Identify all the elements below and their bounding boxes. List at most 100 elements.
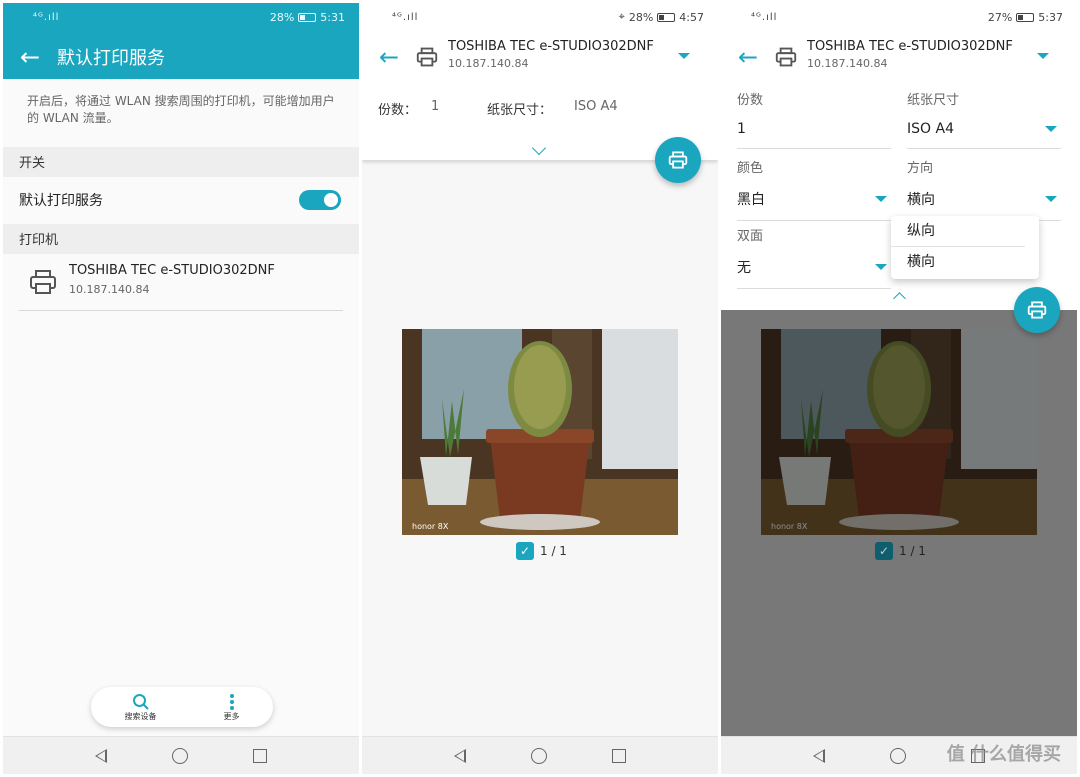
more-label: 更多 — [223, 711, 240, 721]
nav-back-icon[interactable] — [95, 748, 108, 763]
signal-icon: ⁴ᴳ.ıll — [33, 11, 60, 23]
printer-ip: 10.187.140.84 — [69, 283, 150, 296]
nav-home-icon[interactable] — [171, 747, 188, 764]
copies-option: 份数 1 — [737, 89, 891, 149]
service-toggle[interactable] — [299, 190, 341, 210]
color-select[interactable]: 黑白 — [737, 189, 891, 221]
search-devices-button[interactable]: 搜索设备 — [125, 693, 157, 722]
copies-label: 份数 — [737, 93, 764, 108]
search-icon — [132, 693, 150, 711]
printer-section-header: 打印机 — [3, 224, 359, 254]
page-count: 1 / 1 — [540, 544, 567, 558]
dropdown-arrow-icon[interactable] — [1037, 53, 1049, 59]
orientation-option: 方向 横向 — [907, 157, 1061, 221]
status-bar: ⁴ᴳ.ıll ⌖ 28% 4:57 — [362, 3, 718, 31]
location-icon: ⌖ — [618, 10, 625, 23]
switch-section-header: 开关 — [3, 147, 359, 177]
nav-back-icon[interactable] — [454, 748, 467, 763]
battery-icon — [657, 12, 676, 22]
paper-size-select[interactable]: ISO A4 — [907, 121, 1061, 149]
printer-name: TOSHIBA TEC e-STUDIO302DNF — [69, 263, 275, 278]
clock: 5:37 — [1038, 10, 1063, 24]
paper-size-value: ISO A4 — [907, 121, 954, 137]
printer-list-item[interactable]: TOSHIBA TEC e-STUDIO302DNF 10.187.140.84 — [19, 253, 343, 311]
page-checkbox[interactable]: ✓ — [875, 542, 893, 560]
clock: 5:31 — [320, 10, 345, 24]
printer-ip: 10.187.140.84 — [448, 57, 529, 70]
system-nav-bar — [362, 736, 718, 774]
orientation-option-portrait[interactable]: 纵向 — [891, 216, 1025, 247]
page-selector: ✓ 1 / 1 — [875, 542, 926, 560]
battery-percent: 28% — [628, 10, 654, 24]
color-label: 颜色 — [737, 161, 764, 176]
clock: 4:57 — [679, 10, 704, 24]
camera-watermark: honor 8X — [771, 522, 808, 531]
paper-size-label: 纸张尺寸 — [907, 93, 960, 108]
duplex-option: 双面 无 — [737, 225, 891, 289]
expand-chevron-icon[interactable] — [531, 140, 547, 156]
battery-icon — [298, 12, 317, 22]
nav-back-icon[interactable] — [813, 748, 826, 763]
search-devices-label: 搜索设备 — [124, 711, 157, 721]
collapse-chevron-icon[interactable] — [893, 292, 906, 305]
printer-icon — [775, 37, 801, 71]
nav-recents-icon[interactable] — [252, 748, 267, 763]
dropdown-arrow-icon — [875, 196, 887, 202]
printer-icon — [416, 37, 442, 71]
more-button[interactable]: 更多 — [224, 693, 240, 722]
printer-name: TOSHIBA TEC e-STUDIO302DNF — [807, 39, 1013, 54]
service-description: 开启后，将通过 WLAN 搜索周围的打印机，可能增加用户的 WLAN 流量。 — [27, 94, 335, 125]
default-print-service-row[interactable]: 默认打印服务 — [3, 177, 359, 223]
back-arrow-icon[interactable]: ← — [3, 45, 57, 69]
orientation-option-landscape[interactable]: 横向 — [891, 247, 1039, 278]
page-title: 默认打印服务 — [57, 48, 165, 69]
page-count: 1 / 1 — [899, 544, 926, 558]
print-button[interactable] — [655, 137, 701, 183]
paper-size-value: ISO A4 — [574, 99, 618, 114]
battery-percent: 28% — [269, 10, 295, 24]
preview-photo: honor 8X — [402, 329, 678, 535]
options-summary: 份数： 1 纸张尺寸： ISO A4 — [378, 99, 698, 118]
printer-icon — [19, 253, 67, 310]
printer-ip: 10.187.140.84 — [807, 57, 888, 70]
print-options-expanded-screen: ⁴ᴳ.ıll 27% 5:37 ← TOSHIBA TEC e-STUDIO30… — [721, 3, 1077, 774]
back-arrow-icon[interactable]: ← — [721, 37, 775, 69]
printer-icon — [668, 151, 688, 169]
copies-label: 份数： — [378, 103, 418, 118]
dropdown-arrow-icon — [1045, 126, 1057, 132]
print-button[interactable] — [1014, 287, 1060, 333]
print-service-settings-screen: ⁴ᴳ.ıll 28% 5:31 ← 默认打印服务 开启后，将通过 WLAN 搜索… — [3, 3, 359, 774]
status-bar: ⁴ᴳ.ıll 27% 5:37 — [721, 3, 1077, 31]
printer-selector[interactable]: ← TOSHIBA TEC e-STUDIO302DNF 10.187.140.… — [362, 37, 718, 77]
dropdown-arrow-icon[interactable] — [678, 53, 690, 59]
orientation-value: 横向 — [907, 192, 935, 208]
switch-label: 默认打印服务 — [19, 193, 103, 209]
orientation-dropdown-menu: 纵向 横向 — [891, 216, 1039, 279]
app-bar: ⁴ᴳ.ıll 28% 5:31 ← 默认打印服务 — [3, 3, 359, 79]
more-icon — [229, 693, 235, 711]
signal-icon: ⁴ᴳ.ıll — [751, 11, 778, 23]
battery-percent: 27% — [987, 10, 1013, 24]
copies-value: 1 — [737, 121, 746, 137]
color-value: 黑白 — [737, 192, 765, 208]
battery-icon — [1016, 12, 1035, 22]
system-nav-bar — [3, 736, 359, 774]
nav-home-icon[interactable] — [530, 747, 547, 764]
printer-name: TOSHIBA TEC e-STUDIO302DNF — [448, 39, 654, 54]
duplex-value: 无 — [737, 260, 751, 276]
duplex-select[interactable]: 无 — [737, 257, 891, 289]
page-checkbox[interactable]: ✓ — [516, 542, 534, 560]
page-selector: ✓ 1 / 1 — [516, 542, 567, 560]
dropdown-arrow-icon — [1045, 196, 1057, 202]
nav-home-icon[interactable] — [889, 747, 906, 764]
color-option: 颜色 黑白 — [737, 157, 891, 221]
back-arrow-icon[interactable]: ← — [362, 37, 416, 69]
site-watermark: 值 什么值得买 — [946, 744, 1061, 765]
print-options-header: ⁴ᴳ.ıll ⌖ 28% 4:57 ← TOSHIBA TEC e-STUDIO… — [362, 3, 718, 160]
bottom-action-bar: 搜索设备 更多 — [91, 687, 273, 727]
duplex-label: 双面 — [737, 229, 764, 244]
signal-icon: ⁴ᴳ.ıll — [392, 11, 419, 23]
printer-selector[interactable]: ← TOSHIBA TEC e-STUDIO302DNF 10.187.140.… — [721, 37, 1077, 77]
copies-input[interactable]: 1 — [737, 121, 891, 149]
nav-recents-icon[interactable] — [611, 748, 626, 763]
